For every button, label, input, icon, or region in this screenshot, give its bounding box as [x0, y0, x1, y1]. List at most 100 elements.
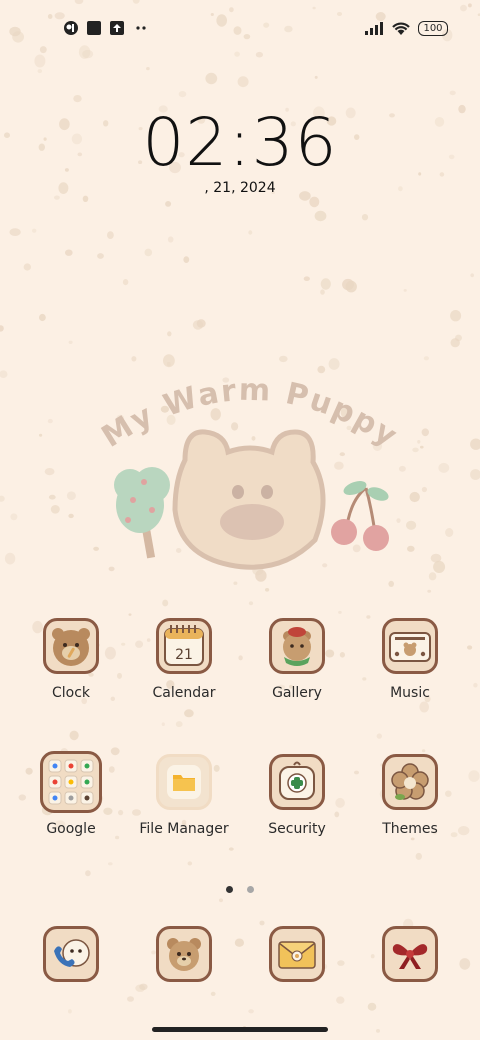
speckle	[449, 90, 456, 96]
speckle	[412, 447, 419, 453]
speckle	[183, 256, 190, 263]
speckle	[178, 91, 187, 98]
calendar-day: 21	[175, 647, 193, 663]
app-music[interactable]: Music	[355, 618, 465, 701]
gallery-icon	[269, 618, 325, 674]
speckle	[196, 319, 206, 328]
google-folder-icon	[40, 751, 102, 813]
speckle	[248, 1009, 254, 1014]
speckle	[135, 984, 146, 992]
wallpaper-title: My Warm Puppy	[100, 373, 400, 455]
speckle	[167, 331, 172, 337]
speckle	[167, 236, 174, 243]
speckle	[406, 520, 417, 530]
page-dot[interactable]	[246, 886, 254, 893]
speckle	[376, 1029, 380, 1033]
flower-icon	[382, 754, 438, 810]
upload-icon	[110, 21, 124, 35]
music-icon	[382, 618, 438, 674]
speckle	[175, 721, 183, 728]
notification-square-icon	[87, 21, 101, 35]
speckle	[415, 852, 422, 860]
speckle	[68, 1009, 72, 1014]
speckle	[144, 248, 153, 257]
app-google[interactable]: Google	[16, 751, 126, 837]
speckle	[342, 278, 354, 291]
page-indicator[interactable]	[0, 878, 480, 897]
app-security[interactable]: Security	[242, 754, 352, 837]
speckle	[376, 733, 382, 739]
speckle	[367, 1002, 377, 1011]
more-dots-icon	[136, 26, 146, 30]
speckle	[82, 195, 89, 202]
app-label: Calendar	[152, 685, 216, 701]
bear-clock-icon	[43, 618, 99, 674]
speckle	[66, 491, 76, 501]
speckle	[248, 230, 253, 235]
speckle	[48, 494, 56, 500]
dock-gift[interactable]	[355, 926, 465, 982]
speckle	[473, 682, 478, 688]
speckle	[44, 468, 55, 476]
speckle	[128, 613, 132, 616]
speckle	[184, 709, 194, 718]
speckle	[421, 486, 427, 493]
speckle	[122, 279, 129, 286]
speckle	[39, 433, 43, 437]
speckle	[433, 560, 446, 574]
speckle	[410, 837, 415, 841]
page-dot-active[interactable]	[226, 886, 234, 893]
phone-icon	[43, 926, 99, 982]
speckle	[417, 440, 421, 444]
app-file-manager[interactable]: File Manager	[129, 754, 239, 837]
speckle	[237, 76, 249, 88]
speckle	[314, 75, 318, 79]
app-gallery[interactable]: Gallery	[242, 618, 352, 701]
speckle	[162, 599, 169, 607]
speckle	[427, 589, 432, 593]
speckle	[32, 228, 37, 233]
battery-level: 100	[423, 23, 443, 34]
speckle	[37, 69, 43, 74]
speckle	[47, 418, 53, 424]
security-icon	[269, 754, 325, 810]
speckle	[407, 545, 415, 552]
puppy-messages-icon	[156, 926, 212, 982]
speckle	[210, 991, 216, 997]
speckle	[65, 249, 73, 256]
speckle	[34, 54, 46, 68]
home-indicator[interactable]	[152, 1027, 328, 1032]
speckle	[161, 722, 165, 726]
app-label: Gallery	[272, 685, 322, 701]
dock-email[interactable]	[242, 926, 352, 982]
app-label: Clock	[51, 685, 91, 701]
app-themes[interactable]: Themes	[355, 754, 465, 837]
app-clock[interactable]: Clock	[16, 618, 126, 701]
speckle	[187, 861, 193, 866]
speckle	[23, 263, 31, 271]
dock-messages[interactable]	[129, 926, 239, 982]
wallpaper-art: My Warm Puppy	[100, 373, 400, 570]
cherry-icon	[331, 481, 389, 551]
speckle	[50, 505, 60, 514]
speckle	[420, 445, 424, 449]
speckle	[0, 495, 5, 502]
app-calendar[interactable]: 21 Calendar	[129, 618, 239, 701]
speckle	[248, 601, 254, 606]
speckle	[0, 325, 4, 332]
app-label: File Manager	[139, 821, 229, 837]
speckle	[108, 862, 113, 866]
speckle	[259, 920, 265, 926]
speckle	[219, 898, 223, 903]
speckle	[450, 310, 462, 322]
dock-phone[interactable]	[16, 926, 126, 982]
clock-date[interactable]: , 21, 2024	[0, 180, 480, 196]
speckle	[9, 228, 21, 237]
speckle	[228, 847, 234, 851]
clock-time[interactable]: 02:36	[0, 104, 480, 181]
speckle	[470, 438, 480, 450]
speckle	[320, 289, 325, 295]
speckle	[54, 195, 60, 200]
tree-icon	[114, 467, 170, 559]
speckle	[421, 428, 429, 437]
